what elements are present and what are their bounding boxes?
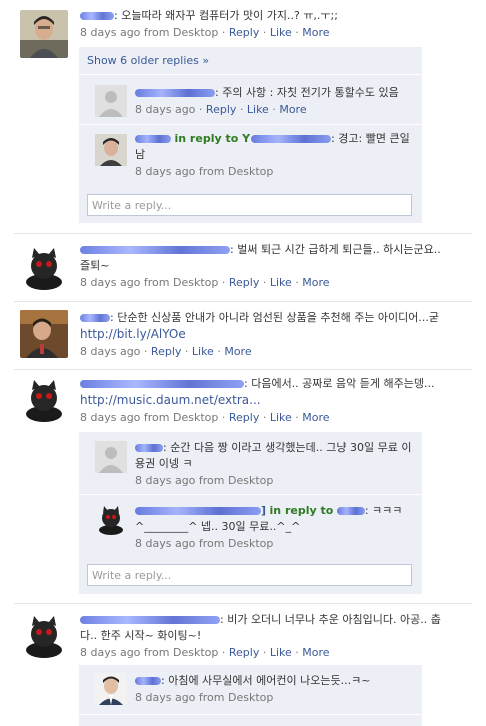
avatar[interactable]	[20, 310, 68, 358]
like-link[interactable]: Like	[270, 411, 292, 424]
reply-time: 8 days ago from Desktop	[135, 165, 274, 178]
reply-1: : 주의 사항 : 자칫 전기가 통할수도 있음 8 days ago · Re…	[79, 74, 422, 119]
more-link[interactable]: More	[302, 646, 329, 659]
comments-box: : 순간 다음 짱 이라고 생각했는데.. 그냥 30일 무료 이용권 이넹 ㅋ…	[79, 431, 422, 594]
author-name[interactable]	[80, 613, 220, 626]
reply-meta: 8 days ago from Desktop	[135, 536, 414, 552]
reply-meta: 8 days ago from Desktop	[135, 690, 414, 706]
author-name[interactable]	[135, 674, 161, 687]
author-name[interactable]	[80, 9, 114, 22]
avatar[interactable]	[95, 504, 127, 536]
reply-message: 순간 다음 짱 이라고 생각했는데.. 그냥 30일 무료 이용권 이넹 ㅋ	[135, 441, 412, 470]
author-name[interactable]	[135, 132, 171, 145]
post-time: 8 days ago from Desktop	[80, 26, 219, 39]
post-meta: 8 days ago from Desktop · Reply · Like ·…	[80, 411, 330, 424]
post-time: 8 days ago	[80, 345, 141, 358]
like-link[interactable]: Like	[270, 276, 292, 289]
post-body: : 비가 오더니 너무나 추운 아침입니다. 아공.. 춥다.. 한주 시작~ …	[80, 613, 441, 659]
post-meta: 8 days ago from Desktop · Reply · Like ·…	[80, 26, 330, 39]
comments-box: : 아침에 사무실에서 에어컨이 나오는듯...ㅋ~ 8 days ago fr…	[79, 665, 422, 726]
avatar-placeholder[interactable]	[95, 441, 127, 473]
post-body: : 다음에서.. 공짜로 음악 듣게 해주는뎅... http://music.…	[80, 376, 442, 426]
reply-link[interactable]: Reply	[229, 276, 259, 289]
reply-input[interactable]	[87, 564, 412, 586]
reply-input[interactable]	[87, 194, 412, 216]
post-3: : 단순한 신상품 안내가 아니라 엄선된 상품을 추천해 주는 아이디어...…	[0, 302, 486, 368]
avatar[interactable]	[20, 612, 68, 660]
reply-time: 8 days ago from Desktop	[135, 691, 274, 704]
more-link[interactable]: More	[302, 276, 329, 289]
author-name[interactable]	[135, 441, 163, 454]
reply-2: in reply to Y: 경고: 빨면 큰일남 8 days ago fro…	[79, 124, 422, 185]
avatar[interactable]	[20, 376, 68, 424]
post-meta: 8 days ago from Desktop · Reply · Like ·…	[80, 646, 330, 659]
reply-body: : 주의 사항 : 자칫 전기가 통할수도 있음 8 days ago · Re…	[135, 85, 414, 118]
post-time: 8 days ago from Desktop	[80, 276, 219, 289]
next-reply-partial	[79, 714, 422, 726]
reply-body: in reply to Y: 경고: 빨면 큰일남 8 days ago fro…	[135, 131, 414, 180]
reply-meta: 8 days ago from Desktop	[135, 473, 414, 489]
post-message: 오늘따라 왜자꾸 컴퓨터가 맛이 가지..? ㅠ,.ㅜ;;	[121, 9, 338, 22]
reply-body: ] in reply to : ㅋㅋㅋ ^________^ 넵.. 30일 무…	[135, 503, 414, 552]
more-link[interactable]: More	[302, 26, 329, 39]
avatar[interactable]	[95, 134, 127, 166]
reply-body: : 아침에 사무실에서 에어컨이 나오는듯...ㅋ~ 8 days ago fr…	[135, 673, 414, 706]
author-name[interactable]	[80, 311, 110, 324]
reply-link[interactable]: Reply	[229, 411, 259, 424]
avatar[interactable]	[20, 244, 68, 292]
reply-message: 주의 사항 : 자칫 전기가 통할수도 있음	[222, 86, 399, 99]
reply-time: 8 days ago	[135, 103, 196, 116]
post-body: : 벌써 퇴근 시간 급하게 퇴근들.. 하시는군요.. 즐퇴~ 8 days …	[80, 243, 441, 289]
reply-1: : 아침에 사무실에서 에어컨이 나오는듯...ㅋ~ 8 days ago fr…	[79, 665, 422, 713]
reply-meta: 8 days ago · Reply · Like · More	[135, 103, 307, 116]
in-reply-to-label: in reply to Y	[174, 132, 251, 145]
post-time: 8 days ago from Desktop	[80, 411, 219, 424]
more-link[interactable]: More	[224, 345, 251, 358]
reply-time: 8 days ago from Desktop	[135, 537, 274, 550]
post-message: 단순한 신상품 안내가 아니라 엄선된 상품을 추천해 주는 아이디어...굳	[117, 311, 440, 324]
author-suffix: ]	[261, 504, 267, 517]
like-link[interactable]: Like	[247, 103, 269, 116]
post-link[interactable]: http://bit.ly/AlYOe	[80, 327, 186, 341]
reply-body: : 순간 다음 짱 이라고 생각했는데.. 그냥 30일 무료 이용권 이넹 ㅋ…	[135, 440, 414, 489]
post-message: 다음에서.. 공짜로 음악 듣게 해주는뎅...	[251, 377, 435, 390]
post-2: : 벌써 퇴근 시간 급하게 퇴근들.. 하시는군요.. 즐퇴~ 8 days …	[0, 234, 486, 300]
more-link[interactable]: More	[302, 411, 329, 424]
author-name[interactable]: ]	[135, 504, 266, 517]
post-time: 8 days ago from Desktop	[80, 646, 219, 659]
avatar-placeholder[interactable]	[95, 85, 127, 117]
reply-2: ] in reply to : ㅋㅋㅋ ^________^ 넵.. 30일 무…	[79, 494, 422, 555]
reply-link[interactable]: Reply	[229, 26, 259, 39]
author-name[interactable]	[80, 243, 230, 256]
post-1: : 오늘따라 왜자꾸 컴퓨터가 맛이 가지..? ㅠ,.ㅜ;; 8 days a…	[0, 0, 486, 232]
post-4: : 다음에서.. 공짜로 음악 듣게 해주는뎅... http://music.…	[0, 370, 486, 602]
like-link[interactable]: Like	[270, 646, 292, 659]
reply-meta: 8 days ago from Desktop	[135, 164, 414, 180]
like-link[interactable]: Like	[192, 345, 214, 358]
post-link[interactable]: http://music.daum.net/extra...	[80, 393, 261, 407]
in-reply-to-label: in reply to	[269, 504, 334, 517]
avatar[interactable]	[95, 673, 127, 705]
reply-link[interactable]: Reply	[206, 103, 236, 116]
post-meta: 8 days ago · Reply · Like · More	[80, 345, 252, 358]
avatar[interactable]	[20, 10, 68, 58]
show-older-replies-link[interactable]: Show 6 older replies »	[87, 54, 209, 67]
post-body: : 오늘따라 왜자꾸 컴퓨터가 맛이 가지..? ㅠ,.ㅜ;; 8 days a…	[80, 8, 442, 41]
post-body: : 단순한 신상품 안내가 아니라 엄선된 상품을 추천해 주는 아이디어...…	[80, 310, 442, 360]
author-name[interactable]	[80, 377, 244, 390]
reply-1: : 순간 다음 짱 이라고 생각했는데.. 그냥 30일 무료 이용권 이넹 ㅋ…	[79, 431, 422, 492]
reply-link[interactable]: Reply	[151, 345, 181, 358]
reply-time: 8 days ago from Desktop	[135, 474, 274, 487]
like-link[interactable]: Like	[270, 26, 292, 39]
post-meta: 8 days ago from Desktop · Reply · Like ·…	[80, 276, 330, 289]
more-link[interactable]: More	[279, 103, 306, 116]
reply-message: 아침에 사무실에서 에어컨이 나오는듯...ㅋ~	[168, 674, 371, 687]
post-5: : 비가 오더니 너무나 추운 아침입니다. 아공.. 춥다.. 한주 시작~ …	[0, 604, 486, 726]
author-name[interactable]	[135, 86, 215, 99]
comments-box: Show 6 older replies » : 주의 사항 : 자칫 전기가 …	[79, 47, 422, 223]
reply-link[interactable]: Reply	[229, 646, 259, 659]
